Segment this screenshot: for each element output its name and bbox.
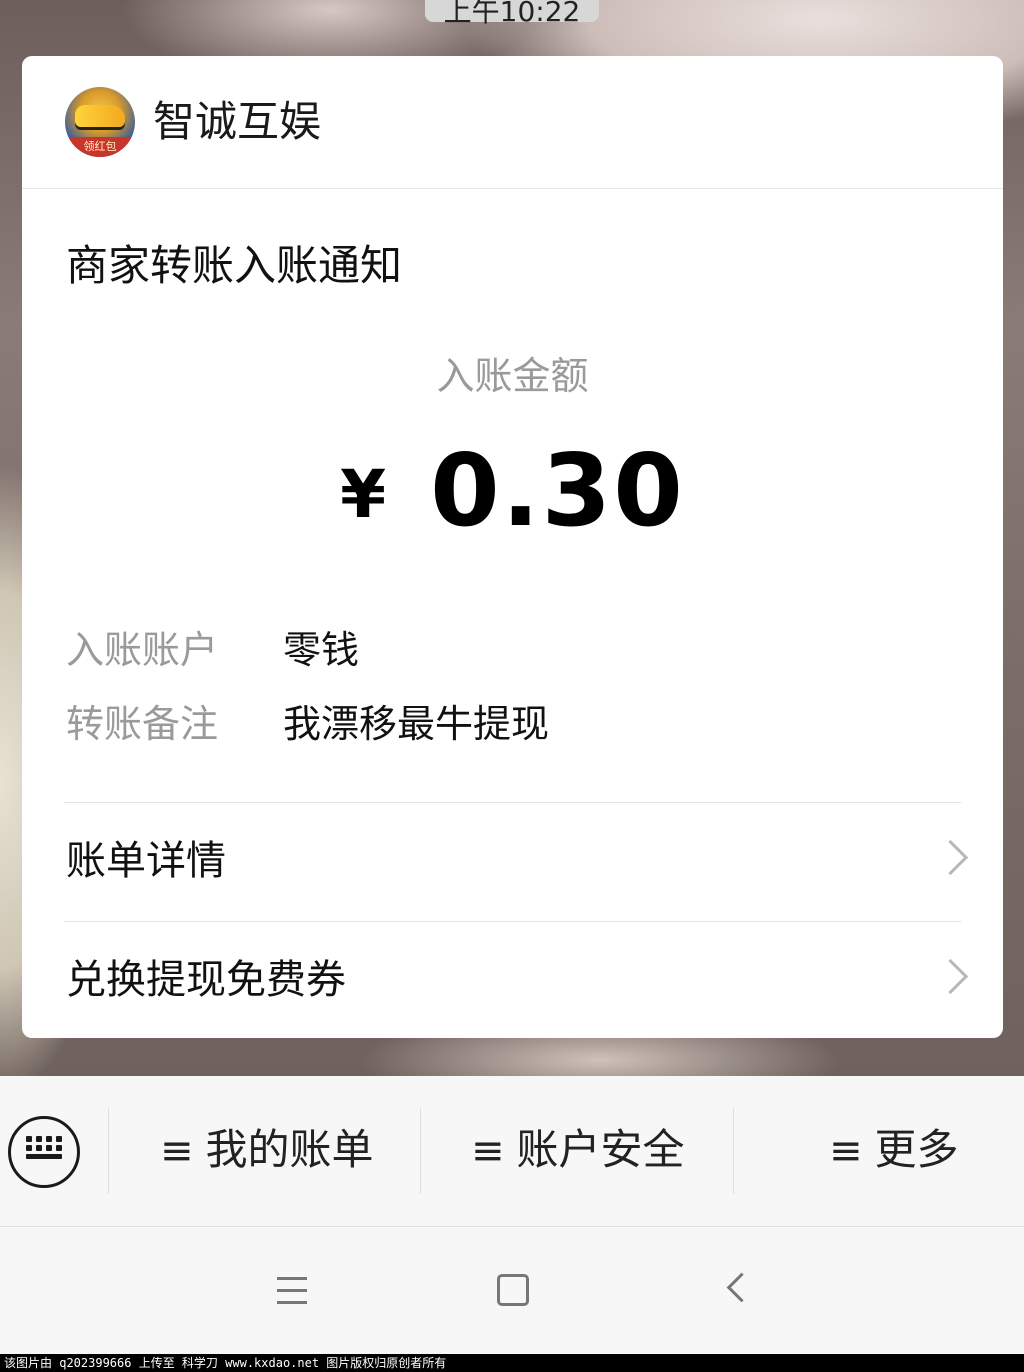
keyboard-icon [26,1136,62,1162]
home-icon[interactable] [497,1274,529,1306]
currency-symbol: ¥ [340,456,387,533]
detail-key: 转账备注 [66,702,219,746]
car-icon [75,105,125,127]
transfer-notification-card[interactable]: 领红包 智诚互娱 商家转账入账通知 入账金额 ¥0.30 入账账户 零钱 转账备… [22,56,1003,1038]
avatar-badge: 领红包 [65,137,135,157]
keyboard-toggle-button[interactable] [8,1116,80,1188]
chevron-right-icon [932,958,969,995]
menu-more[interactable]: ≡ 更多 [829,1122,959,1178]
menu-separator [420,1108,421,1194]
exchange-coupon-link[interactable]: 兑换提现免费券 [22,922,1003,1040]
detail-key: 入账账户 [66,628,219,672]
menu-list-icon: ≡ [829,1128,863,1174]
service-menu-bar: ≡ 我的账单 ≡ 账户安全 ≡ 更多 [0,1076,1024,1227]
menu-item-label: 我的账单 [205,1125,374,1174]
system-navigation-bar [0,1227,1024,1354]
menu-item-label: 账户安全 [516,1125,685,1174]
link-label: 兑换提现免费券 [66,957,346,1003]
card-header[interactable]: 领红包 智诚互娱 [22,56,1003,189]
menu-list-icon: ≡ [471,1128,505,1174]
amount-label: 入账金额 [436,354,589,398]
detail-value: 零钱 [283,628,360,672]
account-name[interactable]: 智诚互娱 [153,94,321,150]
avatar[interactable]: 领红包 [65,87,135,157]
menu-icon[interactable] [277,1277,307,1304]
back-icon[interactable] [726,1272,757,1303]
amount-value: 0.30 [430,432,685,549]
menu-separator [108,1108,109,1194]
menu-my-bills[interactable]: ≡ 我的账单 [160,1122,374,1178]
amount-display: ¥0.30 [22,431,1003,580]
menu-item-label: 更多 [874,1125,959,1174]
watermark-text: 该图片由 q202399666 上传至 科学刀 www.kxdao.net 图片… [0,1354,1024,1372]
menu-separator [733,1108,734,1194]
bill-details-link[interactable]: 账单详情 [22,803,1003,921]
chevron-right-icon [932,839,969,876]
message-time: 上午10:22 [425,0,599,28]
link-label: 账单详情 [66,838,226,884]
menu-account-security[interactable]: ≡ 账户安全 [471,1122,685,1178]
notice-title: 商家转账入账通知 [66,241,403,290]
detail-value: 我漂移最牛提现 [283,702,550,746]
menu-list-icon: ≡ [160,1128,194,1174]
